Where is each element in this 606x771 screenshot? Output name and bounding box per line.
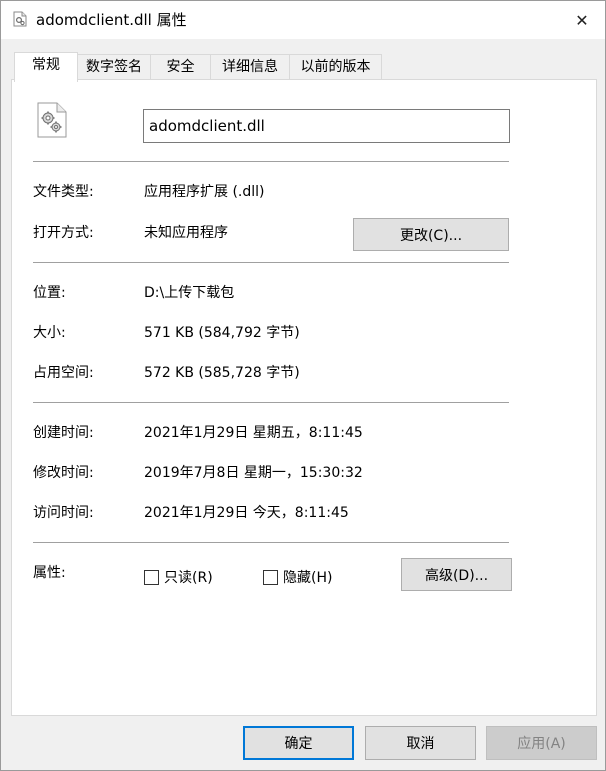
open-with-value: 未知应用程序 — [144, 225, 228, 241]
close-icon: ✕ — [575, 10, 589, 30]
attributes-label: 属性: — [33, 565, 66, 581]
size-label: 大小: — [33, 325, 66, 341]
tab-digital-signatures[interactable]: 数字签名 — [77, 54, 151, 80]
size-value: 571 KB (584,792 字节) — [144, 325, 300, 341]
hidden-checkbox[interactable]: 隐藏(H) — [263, 567, 332, 587]
separator — [33, 402, 509, 403]
file-name-input[interactable] — [143, 109, 510, 143]
ok-button[interactable]: 确定 — [243, 726, 354, 760]
close-button[interactable]: ✕ — [559, 1, 605, 39]
size-on-disk-label: 占用空间: — [33, 365, 94, 381]
window-title: adomdclient.dll 属性 — [36, 11, 187, 29]
file-type-label: 文件类型: — [33, 184, 94, 200]
tab-previous-versions[interactable]: 以前的版本 — [289, 54, 382, 80]
file-type-value: 应用程序扩展 (.dll) — [144, 184, 265, 200]
tab-details[interactable]: 详细信息 — [210, 54, 290, 80]
dll-file-icon — [12, 11, 28, 27]
general-tab-panel — [11, 79, 597, 716]
properties-dialog: adomdclient.dll 属性 ✕ 常规 数字签名 安全 详细信息 以前的… — [0, 0, 606, 771]
apply-button: 应用(A) — [486, 726, 597, 760]
change-button[interactable]: 更改(C)... — [353, 218, 509, 251]
accessed-label: 访问时间: — [33, 505, 94, 521]
tab-general[interactable]: 常规 — [14, 52, 78, 82]
size-on-disk-value: 572 KB (585,728 字节) — [144, 365, 300, 381]
open-with-label: 打开方式: — [33, 225, 94, 241]
tab-security[interactable]: 安全 — [150, 54, 211, 80]
accessed-value: 2021年1月29日 今天，8:11:45 — [144, 505, 349, 521]
separator — [33, 542, 509, 543]
hidden-checkbox-box[interactable] — [263, 569, 278, 585]
created-label: 创建时间: — [33, 425, 94, 441]
readonly-label: 只读(R) — [164, 570, 213, 586]
location-label: 位置: — [33, 285, 66, 301]
cancel-button[interactable]: 取消 — [365, 726, 476, 760]
location-value: D:\上传下载包 — [144, 285, 235, 301]
separator — [33, 161, 509, 162]
created-value: 2021年1月29日 星期五，8:11:45 — [144, 425, 363, 441]
modified-label: 修改时间: — [33, 465, 94, 481]
hidden-label: 隐藏(H) — [283, 570, 333, 586]
advanced-button[interactable]: 高级(D)... — [401, 558, 512, 591]
gear-file-icon — [37, 102, 67, 138]
title-bar[interactable]: adomdclient.dll 属性 ✕ — [1, 1, 605, 39]
modified-value: 2019年7月8日 星期一，15:30:32 — [144, 465, 363, 481]
readonly-checkbox[interactable]: 只读(R) — [144, 567, 213, 587]
separator — [33, 262, 509, 263]
readonly-checkbox-box[interactable] — [144, 569, 159, 585]
